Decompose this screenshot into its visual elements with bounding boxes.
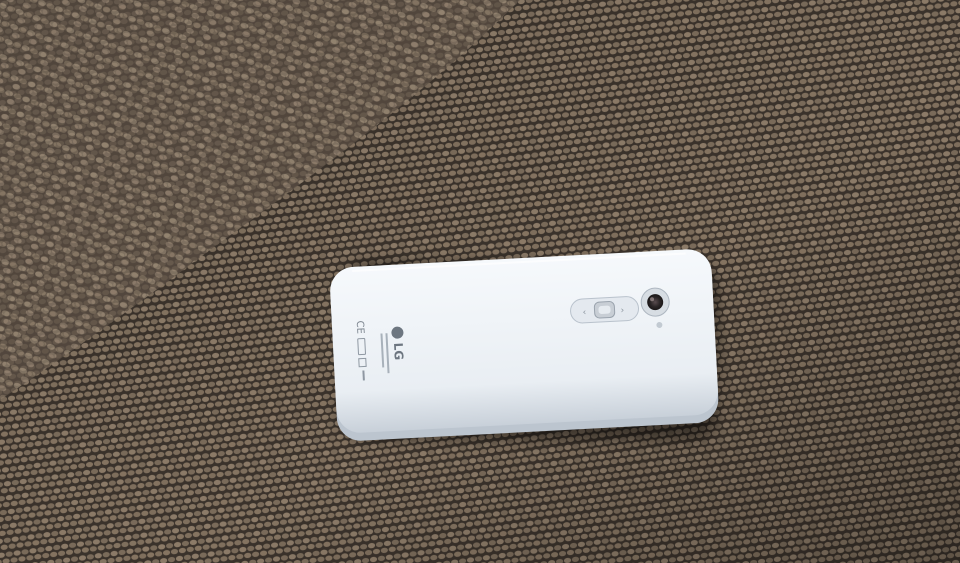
- volume-down-glyph: ›: [620, 306, 624, 316]
- ce-mark: CE: [354, 320, 366, 334]
- photo-scene: ‹ › LG CE: [0, 0, 960, 563]
- lg-brand-text: LG: [391, 342, 406, 360]
- scene-svg: ‹ › LG CE: [0, 0, 960, 563]
- volume-up-glyph: ‹: [582, 308, 586, 318]
- phone: ‹ › LG CE: [330, 249, 719, 441]
- power-key-highlight: [598, 305, 611, 314]
